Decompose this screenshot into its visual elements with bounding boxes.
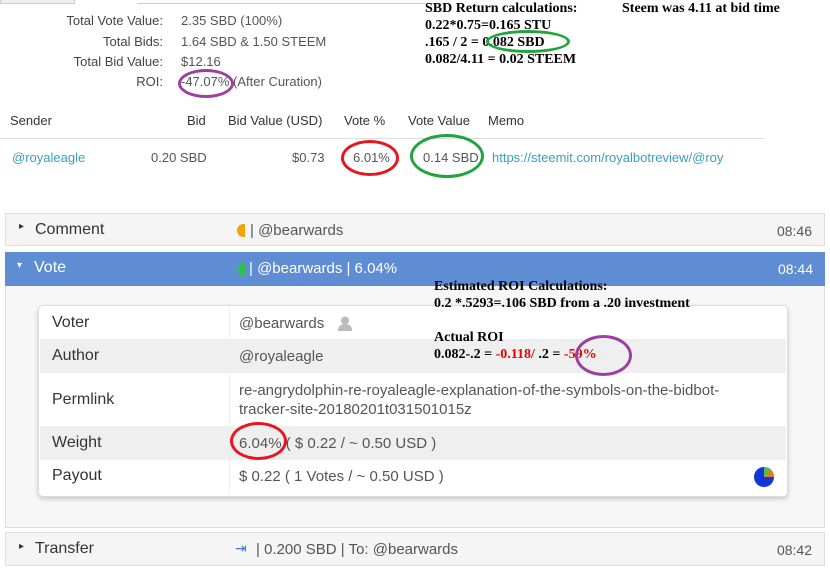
col-bid: Bid [187, 113, 206, 128]
col-bid-value: Bid Value (USD) [228, 113, 323, 128]
summary-value: 1.64 SBD & 1.50 STEEM [181, 34, 327, 49]
row-label: Voter [52, 314, 90, 331]
summary-value: 2.35 SBD (100%) [181, 13, 283, 28]
sender-link[interactable]: @royaleagle [12, 150, 85, 165]
summary-label: ROI: [136, 74, 163, 89]
payout-row: Payout $ 0.22 ( 1 Votes / ~ 0.50 USD ) [40, 460, 786, 493]
memo-link[interactable]: https://steemit.com/royalbotreview/@roy [492, 150, 723, 165]
col-memo: Memo [488, 113, 525, 128]
summary-label: Total Vote Value: [66, 13, 163, 28]
actual-roi-title: Actual ROI [434, 330, 504, 345]
est-roi-title: Estimated ROI Calculations: [434, 279, 608, 294]
op-summary: | @bearwards | 6.04% [249, 260, 398, 277]
op-time: 08:44 [777, 261, 813, 277]
row-label: Weight [52, 434, 102, 451]
green-circle [486, 30, 570, 53]
row-label: Author [52, 347, 100, 364]
op-time: 08:42 [776, 542, 812, 558]
op-summary: | 0.200 SBD | To: @bearwards [256, 541, 459, 558]
summary-label: Total Bids: [103, 34, 163, 49]
col-vote-value: Vote Value [408, 113, 470, 128]
op-summary: | @bearwards [250, 222, 344, 239]
op-transfer[interactable]: ▸ Transfer ⇥ | 0.200 SBD | To: @bearward… [5, 532, 825, 566]
vote-icon [238, 263, 245, 276]
row-label: Payout [52, 467, 102, 484]
payout-value: $ 0.22 ( 1 Votes / ~ 0.50 USD ) [239, 468, 444, 485]
op-time: 08:46 [776, 223, 812, 239]
op-type: Vote [34, 259, 67, 276]
sbd-calc-title: SBD Return calculations: [425, 1, 578, 16]
top-tab-edge [0, 0, 75, 4]
pie-chart-icon[interactable] [754, 467, 774, 491]
top-tab-line [137, 3, 437, 4]
permlink-link[interactable]: re-angrydolphin-re-royaleagle-explanatio… [239, 382, 719, 399]
summary-value: $12.16 [181, 54, 221, 69]
op-type: Comment [35, 221, 105, 238]
author-link[interactable]: @royaleagle [239, 348, 323, 365]
author-row: Author @royaleagle [40, 340, 786, 373]
red-circle [230, 422, 287, 460]
op-comment[interactable]: ▸ Comment | @bearwards 08:46 [5, 213, 825, 246]
op-type: Transfer [35, 540, 94, 557]
permlink-row: Permlink re-angrydolphin-re-royaleagle-e… [40, 373, 786, 427]
bid-value-cell: $0.73 [292, 150, 325, 165]
caret-right-icon: ▸ [19, 221, 25, 232]
table-divider [0, 138, 765, 139]
weight-row: Weight 6.04% ( $ 0.22 / ~ 0.50 USD ) [40, 427, 786, 460]
est-roi-line: 0.2 *.5293=.106 SBD from a .20 investmen… [434, 296, 690, 311]
comment-icon [237, 224, 245, 237]
user-icon [338, 316, 352, 331]
transfer-icon: ⇥ [235, 540, 247, 556]
calc-line: 0.082/4.11 = 0.02 STEEM [425, 52, 577, 67]
col-sender: Sender [10, 113, 52, 128]
op-vote-header[interactable]: ▾ Vote | @bearwards | 6.04% 08:44 [5, 252, 825, 286]
purple-circle [178, 69, 234, 98]
summary-label: Total Bid Value: [73, 54, 163, 69]
caret-right-icon: ▸ [19, 541, 25, 552]
caret-down-icon: ▾ [17, 260, 23, 271]
red-circle [341, 140, 399, 176]
voter-link[interactable]: @bearwards [239, 315, 324, 332]
bid-cell: 0.20 SBD [151, 150, 207, 165]
purple-circle [575, 335, 632, 376]
steem-note: Steem was 4.11 at bid time [622, 1, 780, 16]
permlink-link[interactable]: tracker-site-20180201t031501015z [239, 401, 472, 418]
actual-roi-line: 0.082-.2 = -0.118/ .2 = -59% [434, 347, 597, 362]
green-circle [410, 134, 484, 178]
row-label: Permlink [52, 391, 115, 408]
col-vote-pct: Vote % [344, 113, 386, 128]
